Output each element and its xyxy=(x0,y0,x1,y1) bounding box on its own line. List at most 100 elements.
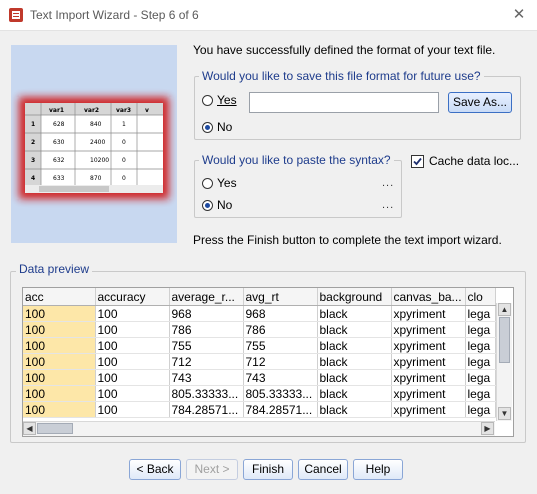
table-cell[interactable]: 100 xyxy=(95,305,170,322)
cancel-button[interactable]: Cancel xyxy=(298,459,348,480)
close-icon[interactable]: ✕ xyxy=(509,5,529,25)
table-cell[interactable]: lega xyxy=(465,337,496,354)
table-cell[interactable]: 805.33333... xyxy=(243,385,318,402)
back-button[interactable]: < Back xyxy=(129,459,181,480)
table-cell[interactable]: black xyxy=(317,353,392,370)
column-header[interactable]: average_r... xyxy=(169,288,244,306)
table-cell[interactable]: 100 xyxy=(23,337,96,354)
table-cell[interactable]: black xyxy=(317,305,392,322)
preview-vertical-scrollbar[interactable]: ▲ ▼ xyxy=(496,303,512,421)
paste-syntax-yes-radio[interactable]: Yes xyxy=(202,176,237,190)
table-cell[interactable]: 100 xyxy=(95,321,170,338)
paste-syntax-no-radio[interactable]: No xyxy=(202,198,232,212)
column-header[interactable]: avg_rt xyxy=(243,288,318,306)
column-header[interactable]: canvas_ba... xyxy=(391,288,466,306)
table-row: 100 100 968 968 black xpyriment lega xyxy=(23,305,496,322)
table-cell[interactable]: 100 xyxy=(23,385,96,402)
table-cell[interactable]: 786 xyxy=(169,321,244,338)
table-cell[interactable]: 100 xyxy=(95,401,170,418)
scroll-right-icon[interactable]: ▶ xyxy=(481,422,494,435)
wizard-body: var1 var2 var3 v 1 628 840 1 2 630 2400 0 3 632 10… xyxy=(0,30,537,494)
table-cell[interactable]: 100 xyxy=(23,305,96,322)
table-cell[interactable]: xpyriment xyxy=(391,305,466,322)
column-header[interactable]: clo xyxy=(465,288,496,306)
illustration-cell: 0 xyxy=(122,139,126,146)
vertical-scroll-thumb[interactable] xyxy=(499,317,510,363)
table-cell[interactable]: 100 xyxy=(23,369,96,386)
data-preview-table: acc accuracy average_r... avg_rt background c… xyxy=(23,288,496,418)
table-cell[interactable]: black xyxy=(317,385,392,402)
table-cell[interactable]: 786 xyxy=(243,321,318,338)
table-cell[interactable]: 784.28571... xyxy=(169,401,244,418)
table-cell[interactable]: 100 xyxy=(95,369,170,386)
save-format-no-radio[interactable]: No xyxy=(202,120,232,134)
window-title: Text Import Wizard - Step 6 of 6 xyxy=(30,8,199,22)
table-cell[interactable]: 755 xyxy=(243,337,318,354)
illustration-cell: 630 xyxy=(53,139,65,146)
table-cell[interactable]: 100 xyxy=(95,337,170,354)
finish-hint: Press the Finish button to complete the … xyxy=(193,233,502,247)
table-cell[interactable]: 100 xyxy=(23,401,96,418)
scroll-left-icon[interactable]: ◀ xyxy=(23,422,36,435)
save-as-button[interactable]: Save As... xyxy=(448,92,512,113)
data-preview-grid[interactable]: acc accuracy average_r... avg_rt background c… xyxy=(22,287,514,437)
table-cell[interactable]: lega xyxy=(465,385,496,402)
table-row: 100 100 755 755 black xpyriment lega xyxy=(23,337,496,354)
illustration-header: var1 xyxy=(49,107,64,114)
horizontal-scroll-thumb[interactable] xyxy=(37,423,73,434)
table-cell[interactable]: 100 xyxy=(23,353,96,370)
table-cell[interactable]: 755 xyxy=(169,337,244,354)
title-bar: Text Import Wizard - Step 6 of 6 ✕ xyxy=(0,0,537,30)
table-cell[interactable]: 968 xyxy=(243,305,318,322)
column-header[interactable]: acc xyxy=(23,288,96,306)
save-format-question: Would you like to save this file format … xyxy=(199,69,484,83)
column-header[interactable]: background xyxy=(317,288,392,306)
table-cell[interactable]: 968 xyxy=(169,305,244,322)
save-format-path-input[interactable] xyxy=(249,92,439,113)
table-cell[interactable]: lega xyxy=(465,369,496,386)
illustration-header: var2 xyxy=(84,107,99,114)
cache-data-checkbox[interactable]: Cache data loc... xyxy=(411,154,519,168)
wizard-illustration: var1 var2 var3 v 1 628 840 1 2 630 2400 0 3 632 10… xyxy=(11,45,177,243)
table-cell[interactable]: 743 xyxy=(243,369,318,386)
illustration-cell: 10200 xyxy=(90,157,109,164)
table-cell[interactable]: 712 xyxy=(243,353,318,370)
scroll-up-icon[interactable]: ▲ xyxy=(498,303,511,316)
preview-horizontal-scrollbar[interactable]: ◀ ▶ xyxy=(23,421,495,436)
save-format-yes-radio[interactable]: Yes xyxy=(202,93,237,107)
illustration-cell: 633 xyxy=(53,175,65,182)
finish-button[interactable]: Finish xyxy=(243,459,293,480)
table-cell[interactable]: xpyriment xyxy=(391,353,466,370)
radio-circle-selected xyxy=(202,199,213,211)
table-cell[interactable]: 100 xyxy=(23,321,96,338)
column-header[interactable]: accuracy xyxy=(95,288,170,306)
illustration-cell: 1 xyxy=(122,121,126,128)
table-cell[interactable]: 712 xyxy=(169,353,244,370)
table-cell[interactable]: 784.28571... xyxy=(243,401,318,418)
table-cell[interactable]: black xyxy=(317,401,392,418)
checkbox-box xyxy=(411,154,424,168)
paste-syntax-question: Would you like to paste the syntax? xyxy=(199,153,394,167)
table-cell[interactable]: xpyriment xyxy=(391,321,466,338)
table-cell[interactable]: 100 xyxy=(95,385,170,402)
check-icon xyxy=(413,157,422,165)
table-cell[interactable]: xpyriment xyxy=(391,369,466,386)
table-cell[interactable]: xpyriment xyxy=(391,337,466,354)
table-cell[interactable]: lega xyxy=(465,401,496,418)
scroll-down-icon[interactable]: ▼ xyxy=(498,407,511,420)
table-cell[interactable]: black xyxy=(317,337,392,354)
table-cell[interactable]: 805.33333... xyxy=(169,385,244,402)
next-button[interactable]: Next > xyxy=(186,459,238,480)
table-cell[interactable]: 743 xyxy=(169,369,244,386)
table-cell[interactable]: black xyxy=(317,321,392,338)
table-cell[interactable]: lega xyxy=(465,305,496,322)
table-cell[interactable]: lega xyxy=(465,321,496,338)
table-cell[interactable]: lega xyxy=(465,353,496,370)
table-cell[interactable]: xpyriment xyxy=(391,385,466,402)
illustration-cell: 870 xyxy=(90,175,102,182)
table-cell[interactable]: black xyxy=(317,369,392,386)
table-cell[interactable]: xpyriment xyxy=(391,401,466,418)
table-cell[interactable]: 100 xyxy=(95,353,170,370)
help-button[interactable]: Help xyxy=(353,459,403,480)
paste-syntax-no-ellipsis: ... xyxy=(382,199,395,211)
